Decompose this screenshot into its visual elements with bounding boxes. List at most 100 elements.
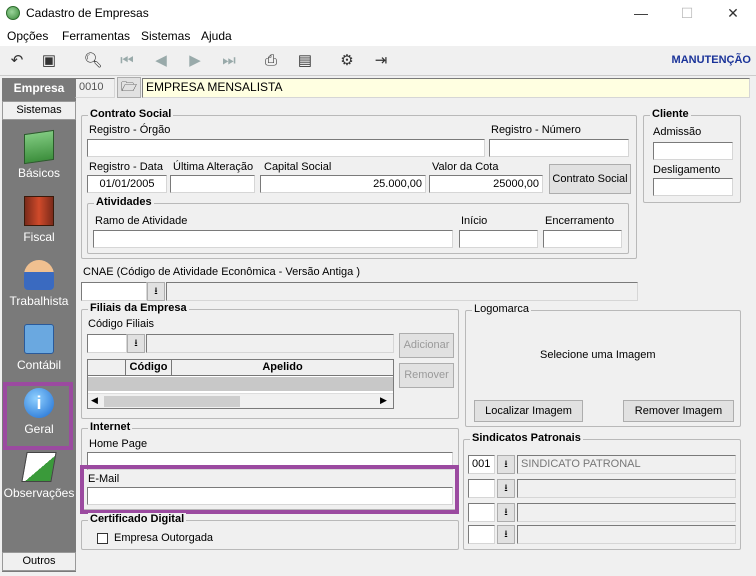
filiais-grid-header: Código Apelido	[88, 360, 393, 376]
title-bar: Cadastro de Empresas — ☐ ✕	[0, 0, 756, 26]
col-codigo[interactable]: Código	[126, 360, 172, 375]
registro-orgao-field[interactable]	[87, 139, 485, 157]
undo-icon[interactable]: ↶	[6, 50, 28, 72]
minimize-button[interactable]: —	[618, 0, 664, 26]
sidebar-item-trabalhista[interactable]: Trabalhista	[2, 256, 76, 318]
sidebar-header[interactable]: Sistemas	[2, 101, 76, 120]
sindicato-dropdown[interactable]: ⭳	[497, 479, 515, 498]
sindicato-dropdown[interactable]: ⭳	[497, 525, 515, 544]
registro-orgao-label: Registro - Órgão	[89, 124, 171, 136]
open-folder-button[interactable]: 🗁	[117, 77, 141, 98]
ramo-atividade-label: Ramo de Atividade	[95, 215, 188, 227]
report-icon[interactable]: ▤	[294, 50, 316, 72]
sidebar-item-label: Trabalhista	[9, 294, 69, 308]
sidebar-item-fiscal[interactable]: Fiscal	[2, 192, 76, 254]
sidebar-item-observacoes[interactable]: Observações	[2, 448, 76, 510]
logomarca-title: Logomarca	[472, 303, 532, 315]
first-record-icon[interactable]: ⏮	[116, 50, 138, 72]
fiscal-book-icon	[24, 196, 54, 226]
search-document-icon[interactable]: 🔍︎	[82, 50, 104, 72]
cnae-label: CNAE (Código de Atividade Econômica - Ve…	[83, 266, 360, 278]
sindicato-dropdown[interactable]: ⭳	[497, 455, 515, 474]
cnae-field[interactable]	[81, 282, 147, 301]
tools-icon[interactable]: ⚙	[336, 50, 358, 72]
close-button[interactable]: ✕	[710, 0, 756, 26]
encerramento-field[interactable]	[543, 230, 622, 248]
registro-numero-field[interactable]	[489, 139, 629, 157]
sindicato-code[interactable]	[468, 503, 495, 522]
last-record-icon[interactable]: ⏭	[218, 50, 240, 72]
mode-label: MANUTENÇÃO	[671, 54, 751, 66]
sidebar-item-label: Básicos	[17, 166, 61, 180]
desligamento-label: Desligamento	[653, 164, 721, 176]
sidebar-item-label: Fiscal	[23, 230, 55, 244]
sindicato-code[interactable]: 001	[468, 455, 495, 474]
previous-record-icon[interactable]: ◀	[150, 50, 172, 72]
app-icon	[6, 6, 20, 20]
sindicato-dropdown[interactable]: ⭳	[497, 503, 515, 522]
sidebar-item-label: Observações	[3, 486, 75, 500]
sidebar-item-contabil[interactable]: Contábil	[2, 320, 76, 382]
sidebar: Sistemas Básicos Fiscal Trabalhista Cont…	[2, 78, 76, 572]
scroll-thumb[interactable]	[104, 396, 240, 407]
contrato-social-title: Contrato Social	[88, 108, 174, 120]
ultima-alteracao-field[interactable]	[170, 175, 255, 193]
ultima-alteracao-label: Última Alteração	[173, 161, 254, 173]
capital-social-field[interactable]: 25.000,00	[260, 175, 426, 193]
codigo-filiais-dropdown[interactable]: ⭳	[127, 334, 145, 353]
maximize-button[interactable]: ☐	[664, 0, 710, 26]
cnae-dropdown-button[interactable]: ⭳	[147, 282, 165, 301]
sindicato-code[interactable]	[468, 479, 495, 498]
capital-social-label: Capital Social	[264, 161, 332, 173]
encerramento-label: Encerramento	[545, 215, 615, 227]
empresa-outorgada-label: Empresa Outorgada	[114, 532, 214, 544]
remover-imagem-button[interactable]: Remover Imagem	[623, 400, 734, 422]
filiais-title: Filiais da Empresa	[88, 302, 189, 314]
scroll-left-icon[interactable]: ◀	[91, 395, 98, 406]
inicio-field[interactable]	[459, 230, 538, 248]
sidebar-item-label: Contábil	[16, 358, 62, 372]
sindicato-code[interactable]	[468, 525, 495, 544]
ramo-atividade-field[interactable]	[93, 230, 453, 248]
empresa-code[interactable]: 0010	[75, 78, 115, 98]
empresa-name[interactable]: EMPRESA MENSALISTA	[142, 78, 750, 98]
horizontal-scrollbar[interactable]: ◀ ▶	[88, 393, 393, 408]
next-record-icon[interactable]: ▶	[184, 50, 206, 72]
sindicato-name: SINDICATO PATRONAL	[517, 455, 736, 474]
adicionar-button[interactable]: Adicionar	[399, 333, 454, 358]
scroll-right-icon[interactable]: ▶	[380, 395, 387, 406]
menu-bar: Opções Ferramentas Sistemas Ajuda	[0, 26, 756, 46]
print-icon[interactable]: ⎙	[260, 50, 282, 72]
menu-opcoes[interactable]: Opções	[7, 29, 48, 43]
desligamento-field[interactable]	[653, 178, 733, 196]
registro-data-field[interactable]: 01/01/2005	[87, 175, 167, 193]
toolbar: ↶ ▣ 🔍︎ ⏮ ◀ ▶ ⏭ ⎙ ▤ ⚙ ⇥ MANUTENÇÃO	[0, 46, 756, 76]
sindicato-name	[517, 479, 736, 498]
empresa-outorgada-checkbox[interactable]	[97, 533, 108, 544]
valor-cota-field[interactable]: 25000,00	[429, 175, 543, 193]
certificado-title: Certificado Digital	[88, 513, 187, 525]
sidebar-footer[interactable]: Outros	[2, 552, 76, 571]
menu-sistemas[interactable]: Sistemas	[141, 29, 190, 43]
menu-ferramentas[interactable]: Ferramentas	[62, 29, 130, 43]
filiais-description	[146, 334, 394, 353]
save-icon[interactable]: ▣	[38, 50, 60, 72]
exit-icon[interactable]: ⇥	[370, 50, 392, 72]
col-apelido[interactable]: Apelido	[172, 360, 393, 375]
admissao-field[interactable]	[653, 142, 733, 160]
menu-ajuda[interactable]: Ajuda	[201, 29, 232, 43]
download-arrow-icon: ⭳	[504, 459, 508, 470]
worker-icon	[24, 260, 54, 290]
valor-cota-label: Valor da Cota	[432, 161, 499, 173]
filiais-grid-row[interactable]	[88, 377, 393, 391]
codigo-filiais-field[interactable]	[87, 334, 127, 353]
notes-pencil-icon	[21, 452, 57, 482]
localizar-imagem-button[interactable]: Localizar Imagem	[474, 400, 583, 422]
contrato-social-button[interactable]: Contrato Social	[549, 164, 631, 194]
filiais-grid[interactable]: Código Apelido ◀ ▶	[87, 359, 394, 409]
sindicato-name	[517, 503, 736, 522]
sindicato-name	[517, 525, 736, 544]
sidebar-item-basicos[interactable]: Básicos	[2, 128, 76, 190]
logomarca-placeholder: Selecione uma Imagem	[540, 349, 656, 361]
remover-button[interactable]: Remover	[399, 363, 454, 388]
